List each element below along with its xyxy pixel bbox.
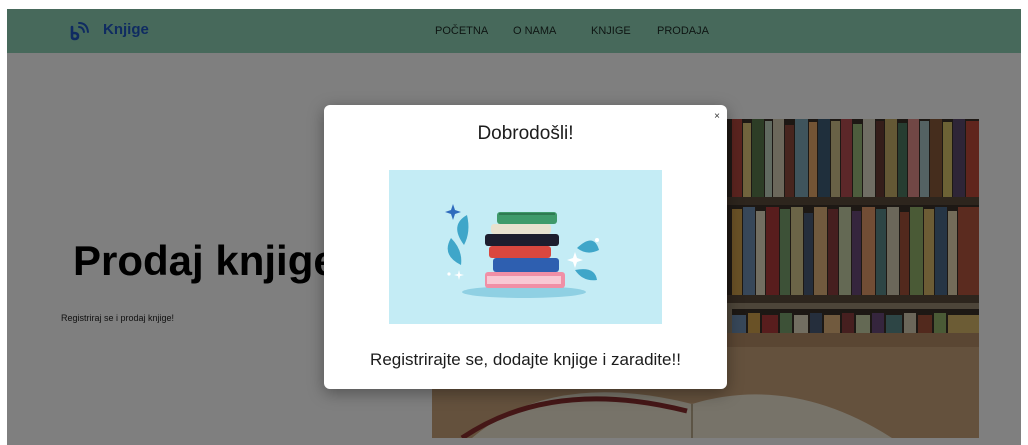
books-stack-illustration bbox=[389, 170, 662, 324]
page: Knjige POČETNA O NAMA KNJIGE PRODAJA Pro… bbox=[7, 9, 1021, 445]
modal-message: Registrirajte se, dodajte knjige i zarad… bbox=[370, 350, 681, 369]
welcome-modal: × Dobrodošli! Registrirajte se, dodajte … bbox=[324, 105, 727, 389]
modal-title: Dobrodošli! bbox=[477, 123, 574, 144]
close-button[interactable]: × bbox=[714, 111, 720, 122]
